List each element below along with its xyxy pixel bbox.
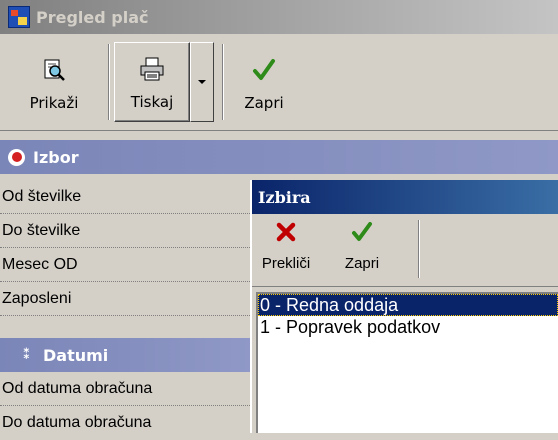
dialog-close-button[interactable]: Zapri <box>332 218 392 278</box>
dialog-title: Izbira <box>258 187 311 207</box>
izbira-dialog: Izbira Prekliči Zapri 0 - Redna oddaja 1… <box>250 180 558 433</box>
options-listbox[interactable]: 0 - Redna oddaja 1 - Popravek podatkov <box>256 292 558 433</box>
grip-dots-icon: ⁑ <box>22 347 31 363</box>
print-dropdown-button[interactable] <box>190 42 214 122</box>
prop-od-datuma[interactable]: Od datuma obračuna <box>0 372 250 406</box>
checkmark-icon <box>351 221 373 247</box>
cancel-label: Prekliči <box>261 255 311 272</box>
print-button[interactable]: Tiskaj <box>114 42 190 122</box>
toolbar-separator <box>108 44 110 120</box>
window-title: Pregled plač <box>36 7 149 27</box>
list-item[interactable]: 0 - Redna oddaja <box>258 294 558 316</box>
preview-magnifier-icon <box>42 58 66 86</box>
prop-label: Zaposleni <box>2 289 72 307</box>
main-toolbar: Prikaži Tiskaj Zapri <box>0 34 558 131</box>
window-title-bar[interactable]: Pregled plač <box>0 0 558 34</box>
checkmark-icon <box>252 58 276 86</box>
group-header-izbor[interactable]: Izbor <box>0 140 558 174</box>
prop-zaposleni[interactable]: Zaposleni <box>0 282 250 316</box>
close-button[interactable]: Zapri <box>228 42 300 122</box>
close-label: Zapri <box>244 94 284 112</box>
list-item[interactable]: 1 - Popravek podatkov <box>258 316 558 338</box>
printer-icon <box>139 57 165 85</box>
group-header-datumi[interactable]: ⁑ Datumi <box>0 338 250 372</box>
dialog-title-bar[interactable]: Izbira <box>252 180 558 214</box>
prop-label: Od številke <box>2 187 82 205</box>
prop-mesec-od[interactable]: Mesec OD <box>0 248 250 282</box>
prop-label: Do številke <box>2 221 81 239</box>
dialog-toolbar: Prekliči Zapri <box>252 214 558 287</box>
cancel-x-icon <box>275 221 297 247</box>
group-label-izbor: Izbor <box>33 147 79 167</box>
print-label: Tiskaj <box>130 93 174 111</box>
dialog-close-label: Zapri <box>344 255 380 272</box>
group-label-datumi: Datumi <box>43 345 109 365</box>
cancel-button[interactable]: Prekliči <box>256 218 316 278</box>
toolbar-separator <box>418 220 420 278</box>
prop-label: Od datuma obračuna <box>2 379 153 397</box>
prop-do-stevilke[interactable]: Do številke <box>0 214 250 248</box>
show-button[interactable]: Prikaži <box>4 42 104 122</box>
prop-do-datuma[interactable]: Do datuma obračuna <box>0 406 250 440</box>
app-icon <box>8 6 30 28</box>
prop-label: Mesec OD <box>2 255 78 273</box>
prop-od-stevilke[interactable]: Od številke <box>0 180 250 214</box>
collapse-circle-icon <box>8 148 25 166</box>
prop-label: Do datuma obračuna <box>2 414 152 431</box>
toolbar-separator <box>222 44 224 120</box>
show-label: Prikaži <box>29 94 79 112</box>
chevron-down-icon <box>198 80 206 84</box>
